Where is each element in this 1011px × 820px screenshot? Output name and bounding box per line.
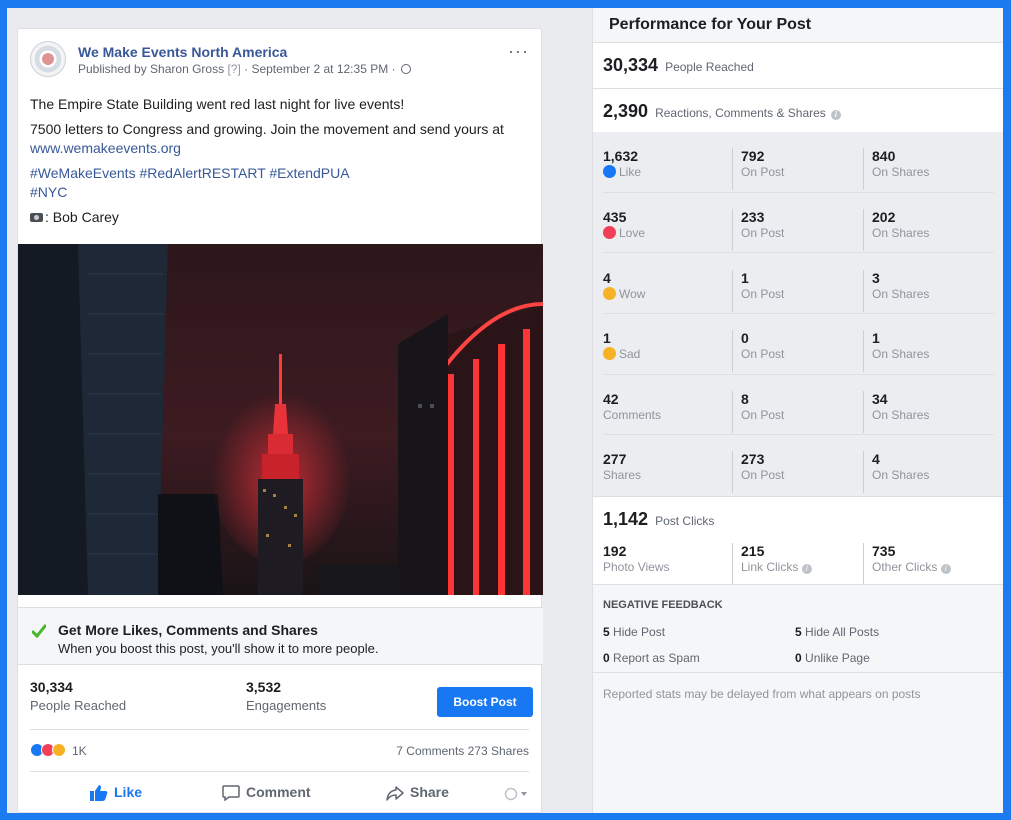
photo-illustration [18, 244, 543, 595]
comments-total: 42 Comments [603, 391, 662, 422]
panel-reached: 30,334 People Reached [603, 55, 754, 75]
reactions-row: 1K 7 Comments 273 Shares [30, 729, 529, 767]
other-clicks: 735 Other Clicks i [863, 543, 951, 585]
audience-selector[interactable] [504, 784, 534, 801]
comments-on-shares: 34 On Shares [863, 391, 929, 433]
audience-dropdown-icon [504, 787, 527, 801]
love-on-post: 233 On Post [732, 209, 784, 251]
post-line-1: The Empire State Building went red last … [30, 96, 405, 112]
reached-section: 30,334 People Reached [593, 42, 1003, 88]
engagements-value: 3,532 [246, 679, 282, 695]
link-clicks: 215 Link Clicks i [732, 543, 812, 585]
wow-on-shares: 3 On Shares [863, 270, 929, 312]
like-total: 1,632 Like [603, 148, 642, 179]
boost-post-button[interactable]: Boost Post [437, 687, 533, 717]
comments-on-post: 8 On Post [732, 391, 784, 433]
hashtag-links[interactable]: #WeMakeEvents #RedAlertRESTART #ExtendPU… [30, 165, 350, 181]
photo-credit: : Bob Carey [30, 208, 530, 227]
people-reached-stat: 30,334 People Reached [30, 679, 126, 713]
page-avatar[interactable] [30, 41, 66, 77]
post-clicks-section: 1,142 Post Clicks 192 Photo Views 215 Li… [593, 496, 1003, 585]
post-date[interactable]: · September 2 at 12:35 PM · [244, 62, 395, 76]
like-button[interactable]: Like [90, 784, 142, 801]
checkmark-icon [32, 624, 46, 638]
report-spam: 0 Report as Spam [603, 651, 700, 665]
panel-rcs: 2,390 Reactions, Comments & Shares i [603, 101, 841, 122]
comment-button[interactable]: Comment [222, 784, 311, 802]
camera-icon [30, 213, 43, 222]
more-options-icon[interactable]: ··· [508, 41, 529, 62]
divider [603, 252, 994, 253]
comments-shares-summary[interactable]: 7 Comments 273 Shares [396, 744, 529, 758]
boost-subtitle: When you boost this post, you'll show it… [58, 641, 379, 656]
footnote: Reported stats may be delayed from what … [603, 687, 921, 701]
info-icon[interactable]: i [801, 564, 812, 574]
share-icon [386, 786, 404, 801]
divider [603, 434, 994, 435]
page-name-link[interactable]: We Make Events North America [78, 44, 287, 60]
footnote-section: Reported stats may be delayed from what … [593, 672, 1003, 813]
unlike-page: 0 Unlike Page [795, 651, 870, 665]
comment-icon [222, 785, 240, 802]
love-icon [603, 226, 616, 239]
reaction-count[interactable]: 1K [72, 744, 87, 758]
post-actions: Like Comment Share [30, 771, 529, 811]
sad-icon [603, 347, 616, 360]
hide-post: 5 Hide Post [603, 625, 666, 639]
performance-panel: Performance for Your Post 30,334 People … [592, 8, 1003, 813]
info-icon[interactable]: i [830, 110, 841, 120]
published-by: Published by Sharon Gross [78, 62, 225, 76]
like-on-post: 792 On Post [732, 148, 784, 190]
photo-views: 192 Photo Views [603, 543, 670, 574]
wow-on-post: 1 On Post [732, 270, 784, 312]
like-on-shares: 840 On Shares [863, 148, 929, 190]
post-text: The Empire State Building went red last … [30, 95, 530, 233]
post-hashtags: #WeMakeEvents #RedAlertRESTART #ExtendPU… [30, 164, 530, 202]
hide-all-posts: 5 Hide All Posts [795, 625, 880, 639]
shares-on-shares: 4 On Shares [863, 451, 929, 493]
divider [603, 313, 994, 314]
people-reached-label: People Reached [30, 698, 127, 713]
love-on-shares: 202 On Shares [863, 209, 929, 251]
love-total: 435 Love [603, 209, 646, 240]
sad-on-post: 0 On Post [732, 330, 784, 372]
boost-banner: Get More Likes, Comments and Shares When… [18, 607, 543, 665]
post-card: We Make Events North America Published b… [17, 28, 543, 813]
post-header: We Make Events North America Published b… [30, 41, 529, 81]
screen-frame: We Make Events North America Published b… [7, 8, 1003, 813]
help-mark[interactable]: [?] [227, 62, 240, 76]
panel-title: Performance for Your Post [609, 16, 812, 33]
globe-icon [400, 64, 411, 74]
post-photo[interactable] [18, 244, 543, 595]
sad-total: 1 Sad [603, 330, 641, 361]
post-line-2: 7500 letters to Congress and growing. Jo… [30, 121, 504, 156]
shares-total: 277 Shares [603, 451, 642, 482]
negative-feedback-section: NEGATIVE FEEDBACK 5 Hide Post 5 Hide All… [593, 584, 1003, 672]
share-label: Share [410, 784, 449, 800]
like-label: Like [114, 784, 143, 800]
negative-feedback-title: NEGATIVE FEEDBACK [603, 599, 723, 611]
website-link[interactable]: www.wemakeevents.org [30, 140, 181, 156]
info-icon[interactable]: i [940, 564, 951, 574]
divider [603, 192, 994, 193]
post-meta: Published by Sharon Gross [?] · Septembe… [78, 62, 411, 76]
comment-label: Comment [246, 784, 311, 800]
sad-on-shares: 1 On Shares [863, 330, 929, 372]
engagements-stat: 3,532 Engagements [246, 679, 326, 713]
wow-total: 4 Wow [603, 270, 646, 301]
wow-icon [603, 287, 616, 300]
hashtag-nyc[interactable]: #NYC [30, 184, 67, 200]
rcs-section: 2,390 Reactions, Comments & Shares i [593, 88, 1003, 132]
boost-title: Get More Likes, Comments and Shares [58, 622, 318, 638]
share-button[interactable]: Share [386, 784, 449, 801]
reactions-breakdown: 1,632 Like 792 On Post 840 On Shares 435… [593, 132, 1003, 496]
wow-reaction-icon[interactable] [52, 743, 66, 757]
thumbs-up-icon [90, 785, 108, 801]
shares-on-post: 273 On Post [732, 451, 784, 493]
divider [603, 374, 994, 375]
engagements-label: Engagements [246, 698, 327, 713]
people-reached-value: 30,334 [30, 679, 73, 695]
post-clicks: 1,142 Post Clicks [603, 509, 715, 529]
like-icon [603, 165, 616, 178]
